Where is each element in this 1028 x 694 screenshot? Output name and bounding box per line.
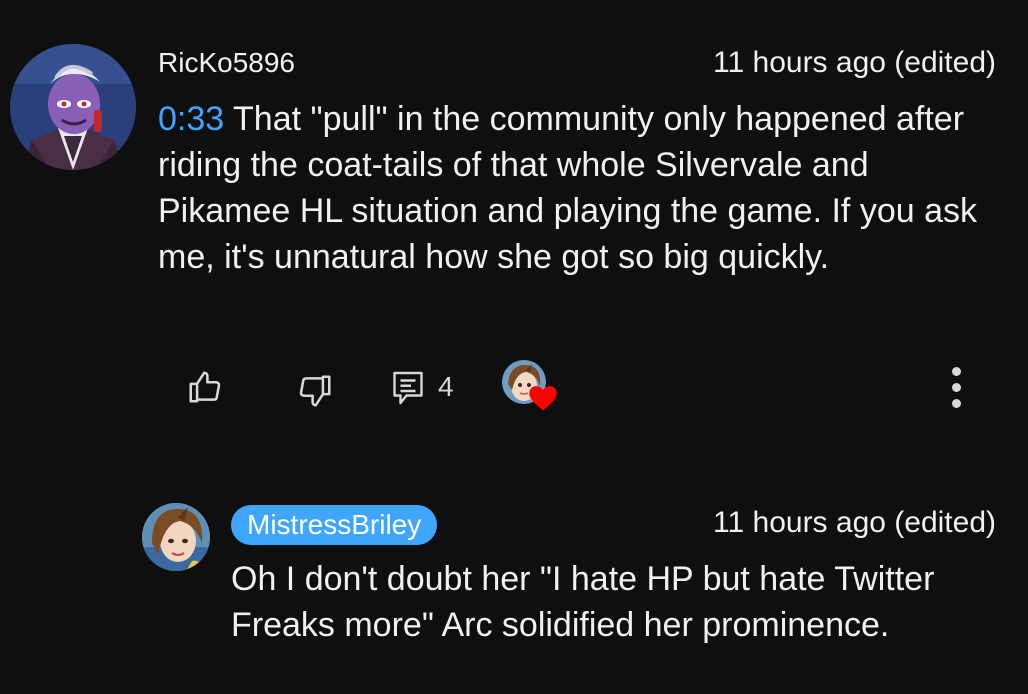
thumbs-up-icon xyxy=(189,371,221,403)
comment-icon xyxy=(393,371,423,405)
avatar-anime-icon xyxy=(142,503,210,571)
dislike-button[interactable] xyxy=(296,372,334,410)
reply-author-avatar[interactable] xyxy=(142,503,210,571)
like-button[interactable] xyxy=(186,368,224,406)
reply-body: Oh I don't doubt her "I hate HP but hate… xyxy=(231,560,935,644)
reply-button[interactable] xyxy=(390,368,426,408)
reply-author-chip[interactable]: MistressBriley xyxy=(231,505,438,545)
comment-text: That "pull" in the community only happen… xyxy=(158,100,977,276)
heart-icon xyxy=(529,386,557,411)
kebab-dot-icon xyxy=(952,383,961,392)
reply-time: 11 hours ago (edited) xyxy=(713,506,996,539)
thumbs-down-icon xyxy=(299,375,331,407)
comment-time: 11 hours ago (edited) xyxy=(713,46,996,79)
kebab-dot-icon xyxy=(952,367,961,376)
more-options-button[interactable] xyxy=(944,364,970,410)
commenter-avatar[interactable] xyxy=(10,44,136,170)
avatar-character-icon xyxy=(10,44,136,170)
comment-body: 0:33 That "pull" in the community only h… xyxy=(158,96,988,280)
kebab-dot-icon xyxy=(952,399,961,408)
reply-count[interactable]: 4 xyxy=(438,370,454,404)
creator-heart-badge xyxy=(502,360,558,414)
video-timestamp-link[interactable]: 0:33 xyxy=(158,100,224,138)
comment-author[interactable]: RicKo5896 xyxy=(158,46,295,80)
